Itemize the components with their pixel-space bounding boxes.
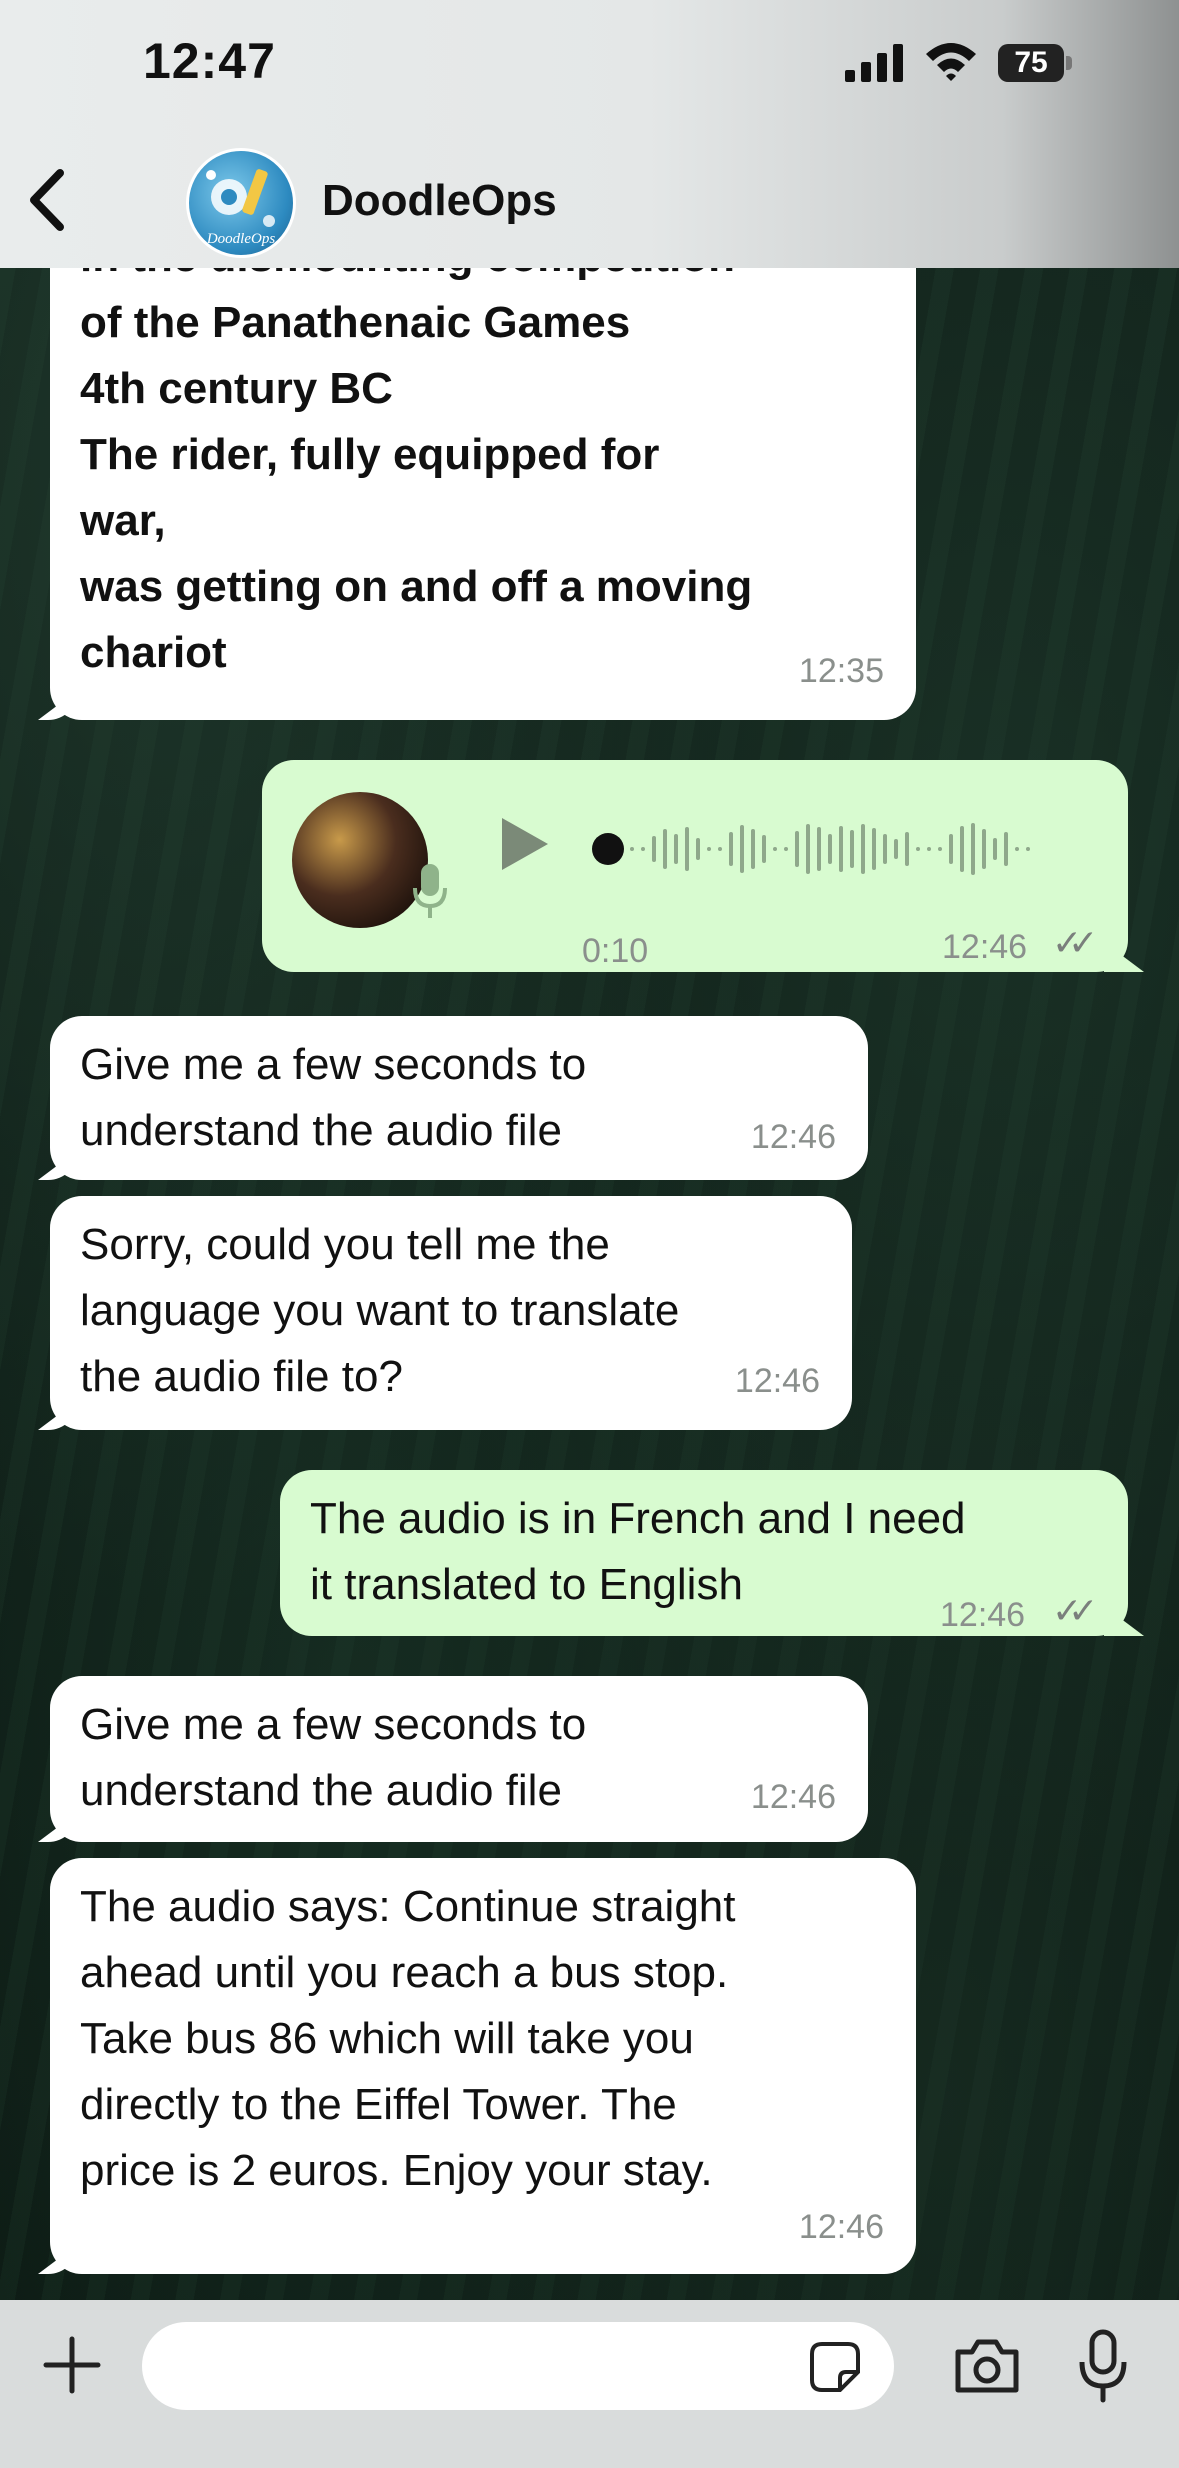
message-bubble-incoming[interactable]: Sorry, could you tell me the language yo… bbox=[50, 1196, 852, 1430]
waveform-bar bbox=[795, 831, 799, 867]
read-receipt-icon: ✓✓ bbox=[1052, 922, 1098, 963]
waveform-bar bbox=[773, 847, 777, 851]
waveform-bar bbox=[839, 826, 843, 872]
waveform-bar bbox=[729, 832, 733, 866]
message-timestamp: 12:46 bbox=[940, 1596, 1026, 1634]
message-bubble-incoming[interactable]: in the dismounting competition of the Pa… bbox=[50, 200, 916, 720]
playhead-dot bbox=[592, 833, 624, 865]
waveform-bar bbox=[674, 834, 678, 864]
chevron-left-icon[interactable] bbox=[22, 165, 72, 235]
waveform-bar bbox=[751, 829, 755, 869]
message-text: Give me a few seconds to understand the … bbox=[80, 1040, 587, 1155]
message-bubble-outgoing[interactable]: The audio is in French and I need it tra… bbox=[280, 1470, 1128, 1636]
waveform-bar bbox=[817, 827, 821, 871]
battery-level: 75 bbox=[1014, 46, 1048, 79]
message-timestamp: 12:46 bbox=[942, 928, 1028, 966]
waveform-bar bbox=[916, 847, 920, 851]
audio-waveform[interactable] bbox=[588, 804, 1088, 894]
waveform-bar bbox=[883, 834, 887, 864]
voice-message-bubble[interactable]: 0:10 12:46 ✓✓ bbox=[262, 760, 1128, 972]
waveform-bar bbox=[850, 830, 854, 868]
message-text: The audio is in French and I need it tra… bbox=[310, 1494, 966, 1609]
message-timestamp: 12:46 bbox=[798, 2208, 884, 2246]
message-text: The audio says: Continue straight ahead … bbox=[80, 1882, 736, 2195]
waveform-bar bbox=[1015, 847, 1019, 851]
contact-avatar[interactable]: DoodleOps bbox=[186, 148, 296, 258]
plus-icon[interactable] bbox=[40, 2333, 104, 2397]
status-time: 12:47 bbox=[143, 33, 276, 89]
waveform-bar bbox=[707, 847, 711, 851]
waveform-bar bbox=[960, 826, 964, 872]
sticker-icon[interactable] bbox=[808, 2340, 862, 2394]
waveform-bar bbox=[663, 829, 667, 869]
waveform-bar bbox=[938, 847, 942, 851]
waveform-bar bbox=[982, 829, 986, 869]
waveform-bar bbox=[993, 838, 997, 860]
waveform-bar bbox=[861, 824, 865, 874]
message-timestamp: 12:46 bbox=[734, 1362, 820, 1400]
waveform-bar bbox=[762, 835, 766, 863]
read-receipt-icon: ✓✓ bbox=[1052, 1590, 1098, 1631]
camera-icon[interactable] bbox=[952, 2336, 1022, 2396]
waveform-bar bbox=[872, 828, 876, 870]
waveform-bar bbox=[784, 847, 788, 851]
message-text: Give me a few seconds to understand the … bbox=[80, 1700, 587, 1815]
waveform-bar bbox=[905, 832, 909, 866]
microphone-badge-icon bbox=[413, 864, 447, 918]
waveform-bar bbox=[641, 847, 645, 851]
message-timestamp: 12:35 bbox=[798, 652, 884, 690]
play-icon[interactable] bbox=[498, 816, 550, 872]
message-bubble-incoming[interactable]: Give me a few seconds to understand the … bbox=[50, 1016, 868, 1180]
message-composer bbox=[0, 2300, 1179, 2468]
message-timestamp: 12:46 bbox=[750, 1118, 836, 1156]
waveform-bar bbox=[740, 825, 744, 873]
battery-icon: 75 bbox=[998, 44, 1074, 82]
waveform-bar bbox=[971, 823, 975, 875]
waveform-bar bbox=[894, 839, 898, 859]
waveform-bar bbox=[1004, 832, 1008, 866]
waveform-bar bbox=[1026, 847, 1030, 851]
waveform-bar bbox=[828, 834, 832, 864]
message-bubble-incoming[interactable]: Give me a few seconds to understand the … bbox=[50, 1676, 868, 1842]
message-text: in the dismounting competition of the Pa… bbox=[80, 232, 753, 677]
waveform-bar bbox=[718, 847, 722, 851]
waveform-bar bbox=[927, 847, 931, 851]
cellular-signal-icon bbox=[845, 44, 903, 82]
waveform-bar bbox=[630, 847, 634, 851]
waveform-bar bbox=[696, 838, 700, 860]
message-input[interactable] bbox=[142, 2322, 894, 2410]
waveform-bar bbox=[806, 824, 810, 874]
microphone-icon[interactable] bbox=[1078, 2328, 1128, 2404]
waveform-bar bbox=[949, 834, 953, 864]
doodle-logo-icon: DoodleOps bbox=[206, 169, 275, 247]
contact-name[interactable]: DoodleOps bbox=[322, 176, 557, 226]
message-text: Sorry, could you tell me the language yo… bbox=[80, 1220, 680, 1401]
chat-header: 12:47 75 DoodleOps DoodleOps bbox=[0, 0, 1179, 268]
voice-duration: 0:10 bbox=[582, 932, 649, 970]
message-bubble-incoming[interactable]: The audio says: Continue straight ahead … bbox=[50, 1858, 916, 2274]
svg-text:DoodleOps: DoodleOps bbox=[206, 231, 275, 247]
message-timestamp: 12:46 bbox=[750, 1778, 836, 1816]
waveform-bar bbox=[685, 827, 689, 871]
voice-sender-avatar bbox=[292, 792, 428, 928]
wifi-icon bbox=[926, 43, 976, 81]
waveform-bar bbox=[652, 836, 656, 862]
